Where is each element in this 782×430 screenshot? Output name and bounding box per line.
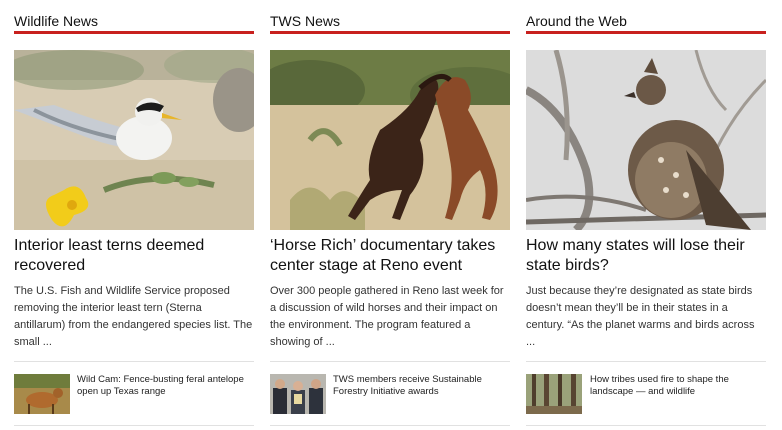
divider (270, 425, 510, 426)
antelope-photo (14, 374, 70, 414)
divider (526, 361, 766, 362)
award-photo (270, 374, 326, 414)
divider (270, 361, 510, 362)
feature-excerpt: Over 300 people gathered in Reno last we… (270, 285, 504, 348)
feature-image[interactable] (14, 50, 254, 230)
section-header: Wildlife News (14, 12, 254, 34)
divider (526, 425, 766, 426)
mini-article-link[interactable]: TWS members receive Sustainable Forestry… (270, 374, 510, 414)
section-header: TWS News (270, 12, 510, 34)
divider (14, 425, 254, 426)
feature-title-link[interactable]: ‘Horse Rich’ documentary takes center st… (270, 236, 510, 276)
mini-article-link[interactable]: How tribes used fire to shape the landsc… (526, 374, 766, 414)
grouse-photo (526, 50, 766, 230)
mini-title[interactable]: How tribes used fire to shape the landsc… (590, 374, 765, 398)
horses-photo (270, 50, 510, 230)
section-header: Around the Web (526, 12, 766, 34)
tern-photo (14, 50, 254, 230)
feature-image[interactable] (270, 50, 510, 230)
feature-excerpt: The U.S. Fish and Wildlife Service propo… (14, 285, 253, 348)
mini-article-link[interactable]: Wild Cam: Fence-busting feral antelope o… (14, 374, 254, 414)
feature-title-link[interactable]: How many states will lose their state bi… (526, 236, 766, 276)
mini-thumbnail (270, 374, 326, 414)
section-header-label: Wildlife News (14, 13, 99, 29)
section-header-label: Around the Web (526, 13, 627, 29)
divider (14, 361, 254, 362)
feature-title-link[interactable]: Interior least terns deemed recovered (14, 236, 254, 276)
mini-title[interactable]: TWS members receive Sustainable Forestry… (333, 374, 508, 398)
mini-thumbnail (526, 374, 582, 414)
forest-photo (526, 374, 582, 414)
feature-image[interactable] (526, 50, 766, 230)
section-header-label: TWS News (270, 13, 340, 29)
feature-excerpt: Just because they’re designated as state… (526, 285, 755, 348)
mini-title[interactable]: Wild Cam: Fence-busting feral antelope o… (77, 374, 252, 398)
mini-thumbnail (14, 374, 70, 414)
